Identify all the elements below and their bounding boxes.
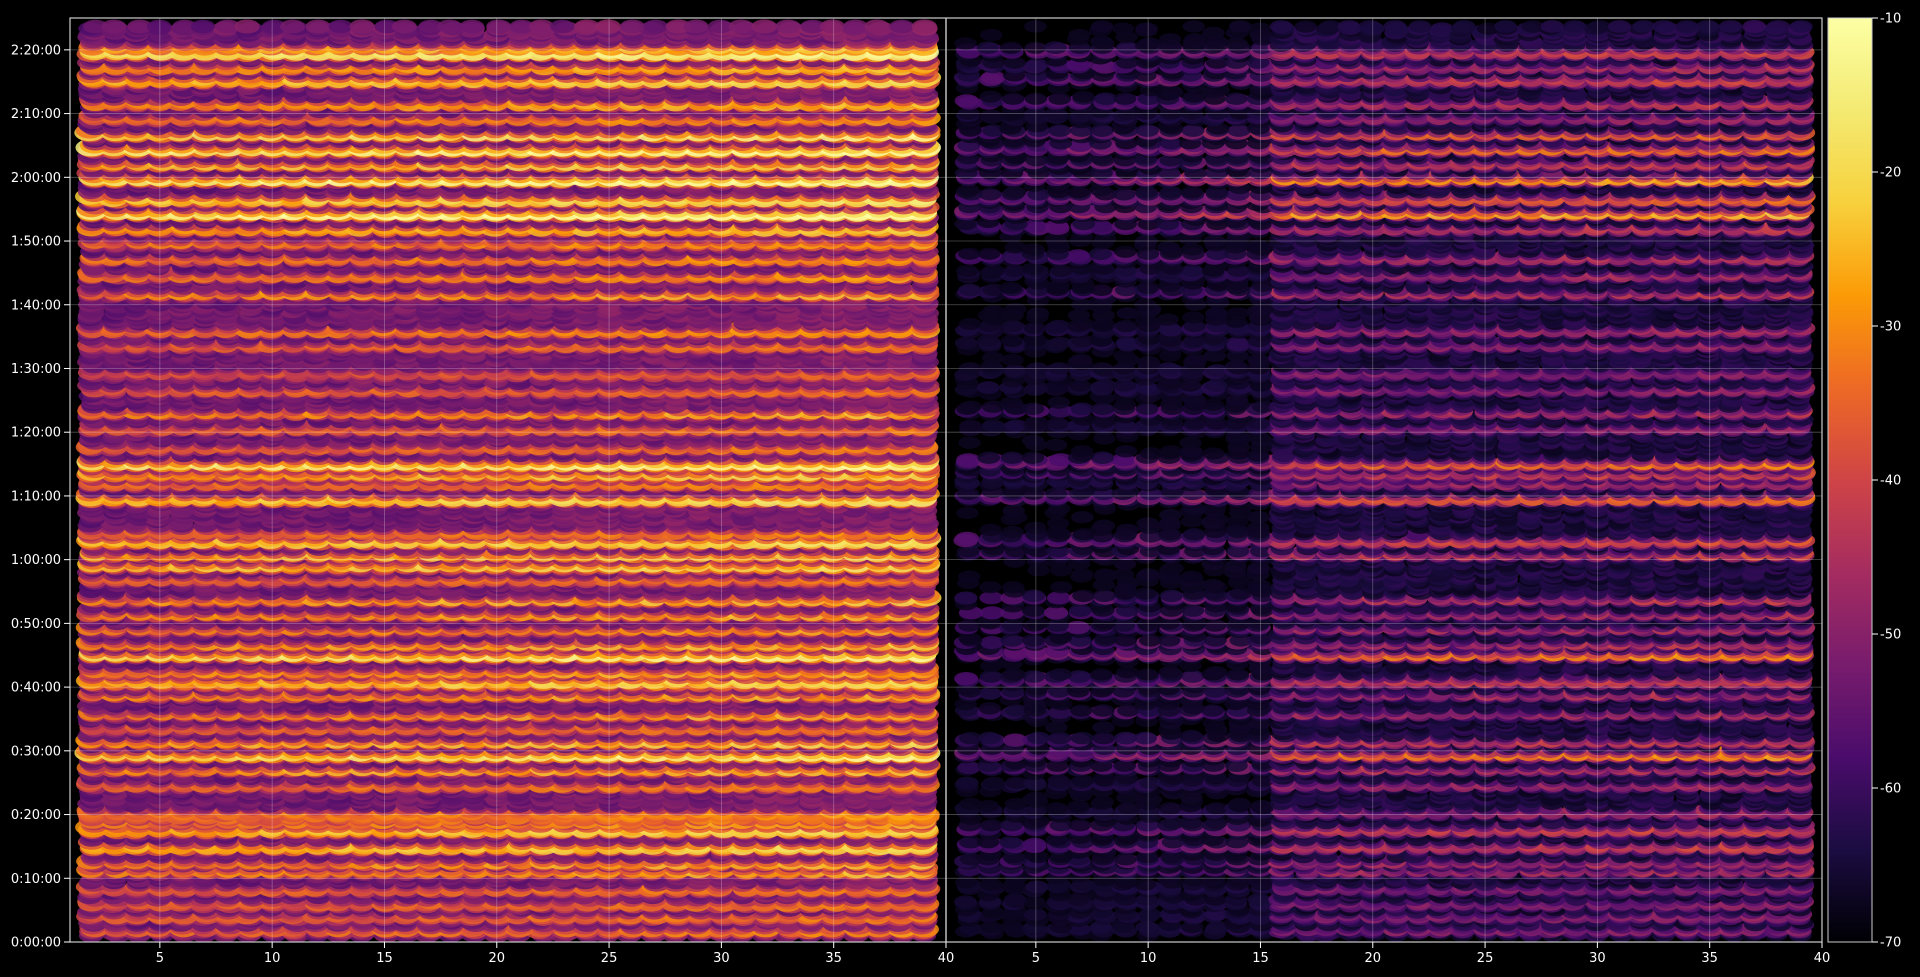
heatmap-chart: 0:00:000:10:000:20:000:30:000:40:000:50:… xyxy=(11,12,1901,967)
heatmap-panel-left xyxy=(74,19,942,942)
